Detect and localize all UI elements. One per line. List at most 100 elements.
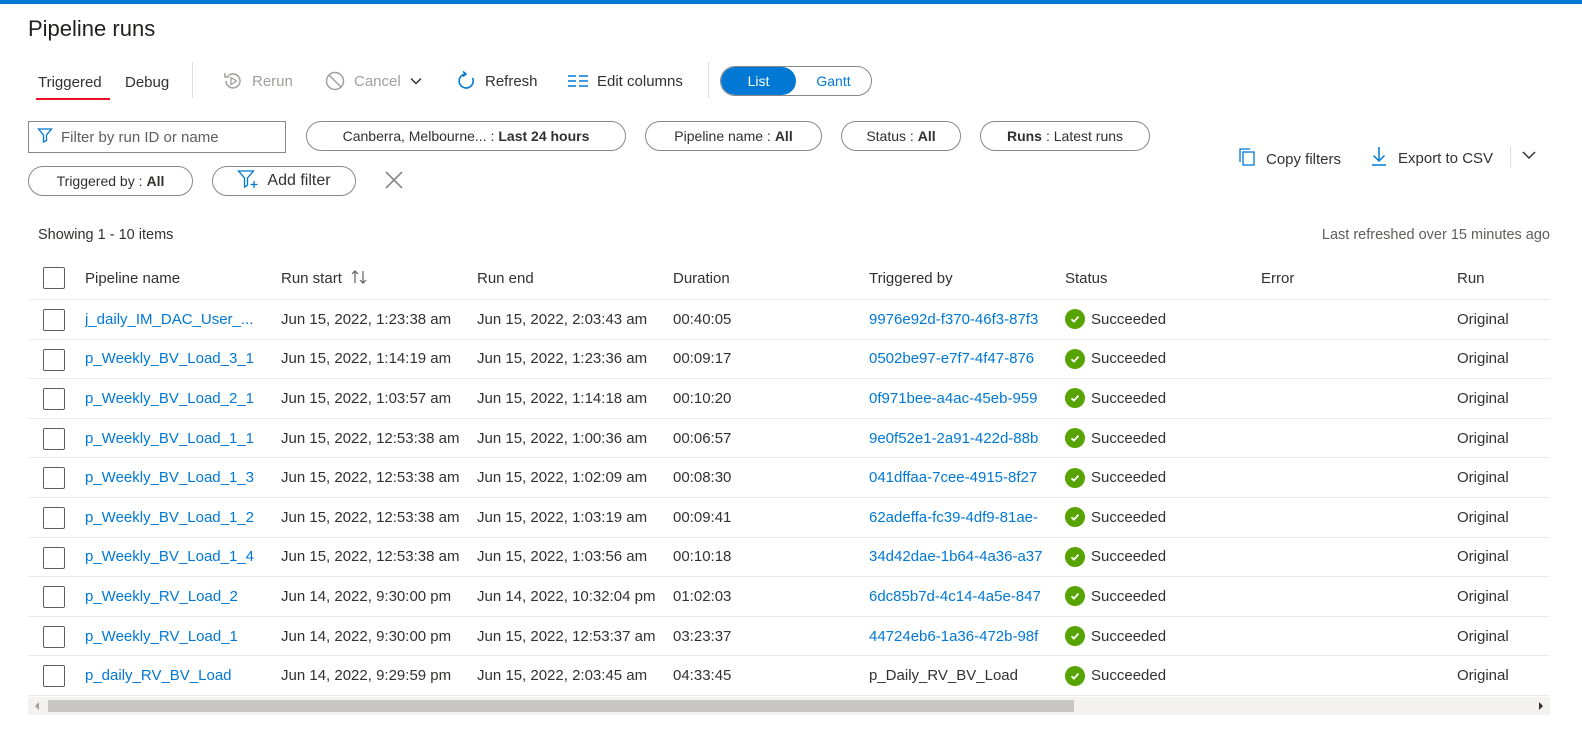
duration-cell: 00:09:41	[673, 508, 732, 526]
status-cell: Succeeded	[1065, 379, 1255, 418]
row-checkbox[interactable]	[43, 427, 65, 450]
table-row[interactable]: p_Weekly_RV_Load_1 Jun 14, 2022, 9:30:00 …	[28, 617, 1550, 657]
pipeline-name-filter-value: All	[774, 128, 793, 144]
duration-cell: 00:06:57	[673, 429, 732, 447]
trigger-id-link[interactable]: 041dffaa-7cee-4915-8f27	[869, 469, 1037, 486]
select-all-checkbox[interactable]	[43, 267, 65, 289]
cancel-icon	[324, 70, 346, 92]
pipeline-name-link[interactable]: p_Weekly_BV_Load_3_1	[85, 350, 254, 367]
pipeline-name-filter-pill[interactable]: Pipeline name : All	[645, 121, 822, 151]
pipeline-name-link[interactable]: p_Weekly_BV_Load_1_2	[85, 509, 254, 526]
row-checkbox[interactable]	[43, 309, 65, 331]
scroll-right-button[interactable]	[1532, 697, 1550, 715]
gantt-view-button[interactable]: Gantt	[796, 67, 871, 95]
run-start-cell: Jun 15, 2022, 12:53:38 am	[281, 429, 460, 447]
pipeline-name-link[interactable]: p_daily_RV_BV_Load	[85, 667, 232, 684]
run-start-cell: Jun 14, 2022, 9:29:59 pm	[281, 667, 452, 685]
pipeline-name-link[interactable]: p_Weekly_BV_Load_2_1	[85, 390, 254, 407]
rerun-button[interactable]: Rerun	[222, 68, 293, 94]
pipeline-name-filter-label: Pipeline name :	[674, 128, 771, 144]
status-cell: Succeeded	[1065, 458, 1255, 497]
pipeline-name-link[interactable]: p_Weekly_BV_Load_1_4	[85, 548, 254, 565]
table-row[interactable]: p_Weekly_BV_Load_1_3 Jun 15, 2022, 12:53:…	[28, 458, 1550, 498]
table-row[interactable]: p_Weekly_BV_Load_3_1 Jun 15, 2022, 1:14:1…	[28, 340, 1550, 380]
status-filter-label: Status :	[866, 128, 914, 144]
copy-filters-button[interactable]: Copy filters	[1238, 147, 1341, 171]
column-header-triggered-by[interactable]: Triggered by	[869, 258, 1059, 299]
table-row[interactable]: p_Weekly_BV_Load_1_2 Jun 15, 2022, 12:53:…	[28, 498, 1550, 538]
row-checkbox[interactable]	[43, 388, 65, 411]
runs-filter-pill[interactable]: Runs : Latest runs	[980, 121, 1150, 151]
search-input[interactable]	[61, 128, 271, 146]
table-row[interactable]: p_Weekly_BV_Load_2_1 Jun 15, 2022, 1:03:5…	[28, 379, 1550, 419]
trigger-id-link[interactable]: 0502be97-e7f7-4f47-876	[869, 350, 1034, 367]
add-filter-button[interactable]: Add filter	[212, 166, 356, 196]
column-header-status[interactable]: Status	[1065, 258, 1255, 299]
status-filter-pill[interactable]: Status : All	[841, 121, 961, 151]
copy-icon	[1238, 147, 1256, 171]
pipeline-name-link[interactable]: p_Weekly_RV_Load_2	[85, 588, 238, 605]
column-header-duration[interactable]: Duration	[673, 258, 863, 299]
column-header-run-start[interactable]: Run start	[281, 258, 471, 299]
scrollbar-thumb[interactable]	[48, 700, 1074, 712]
status-text: Succeeded	[1091, 310, 1167, 328]
table-row[interactable]: j_daily_IM_DAC_User_... Jun 15, 2022, 1:2…	[28, 300, 1550, 340]
row-checkbox[interactable]	[43, 506, 65, 529]
column-header-run-end[interactable]: Run end	[477, 258, 667, 299]
clear-filters-button[interactable]	[383, 169, 405, 191]
trigger-id-link[interactable]: 6dc85b7d-4c14-4a5e-847	[869, 588, 1041, 605]
trigger-name-text: p_Daily_RV_BV_Load	[869, 667, 1018, 685]
status-text: Succeeded	[1091, 548, 1167, 566]
trigger-id-link[interactable]: 0f971bee-a4ac-45eb-959	[869, 390, 1037, 407]
duration-cell: 04:33:45	[673, 667, 732, 685]
table-row[interactable]: p_Weekly_BV_Load_1_4 Jun 15, 2022, 12:53:…	[28, 538, 1550, 578]
run-start-cell: Jun 15, 2022, 12:53:38 am	[281, 508, 460, 526]
edit-columns-button[interactable]: Edit columns	[567, 68, 683, 94]
pipeline-name-link[interactable]: p_Weekly_BV_Load_1_1	[85, 430, 254, 447]
success-check-icon	[1065, 348, 1085, 369]
trigger-id-link[interactable]: 9976e92d-f370-46f3-87f3	[869, 311, 1038, 328]
row-checkbox[interactable]	[43, 625, 65, 648]
horizontal-scrollbar[interactable]	[28, 697, 1550, 715]
row-checkbox[interactable]	[43, 665, 65, 688]
cancel-label: Cancel	[354, 72, 401, 90]
export-options-button[interactable]	[1521, 148, 1537, 166]
row-checkbox[interactable]	[43, 586, 65, 609]
pipeline-name-link[interactable]: p_Weekly_RV_Load_1	[85, 628, 238, 645]
status-text: Succeeded	[1091, 350, 1167, 368]
pipeline-name-link[interactable]: j_daily_IM_DAC_User_...	[85, 311, 253, 328]
trigger-id-link[interactable]: 44724eb6-1a36-472b-98f	[869, 628, 1038, 645]
scroll-left-button[interactable]	[28, 697, 46, 715]
row-checkbox[interactable]	[43, 546, 65, 569]
tab-triggered[interactable]: Triggered	[38, 74, 102, 91]
timezone-filter-pill[interactable]: Canberra, Melbourne... : Last 24 hours	[306, 121, 626, 151]
triggered-by-filter-pill[interactable]: Triggered by : All	[28, 166, 193, 196]
export-csv-button[interactable]: Export to CSV	[1370, 146, 1493, 170]
tab-debug[interactable]: Debug	[125, 74, 169, 91]
column-header-pipeline-name[interactable]: Pipeline name	[85, 258, 275, 299]
run-type-cell: Original	[1457, 667, 1509, 685]
list-view-button[interactable]: List	[721, 67, 796, 95]
status-cell: Succeeded	[1065, 340, 1255, 379]
row-checkbox[interactable]	[43, 467, 65, 490]
trigger-id-link[interactable]: 62adeffa-fc39-4df9-81ae-	[869, 509, 1038, 526]
table-row[interactable]: p_daily_RV_BV_Load Jun 14, 2022, 9:29:59 …	[28, 656, 1550, 696]
error-cell	[1261, 340, 1451, 379]
run-end-cell: Jun 15, 2022, 1:23:36 am	[477, 350, 648, 368]
filter-icon	[37, 127, 53, 147]
table-row[interactable]: p_Weekly_RV_Load_2 Jun 14, 2022, 9:30:00 …	[28, 577, 1550, 617]
run-type-cell: Original	[1457, 310, 1509, 328]
row-checkbox[interactable]	[43, 348, 65, 371]
trigger-id-link[interactable]: 9e0f52e1-2a91-422d-88b	[869, 430, 1038, 447]
pipeline-name-link[interactable]: p_Weekly_BV_Load_1_3	[85, 469, 254, 486]
cancel-button[interactable]: Cancel	[324, 68, 423, 94]
trigger-id-link[interactable]: 34d42dae-1b64-4a36-a37	[869, 548, 1043, 565]
column-header-run[interactable]: Run	[1457, 258, 1547, 299]
triggered-by-filter-label: Triggered by :	[56, 173, 143, 189]
table-row[interactable]: p_Weekly_BV_Load_1_1 Jun 15, 2022, 12:53:…	[28, 419, 1550, 459]
refresh-button[interactable]: Refresh	[455, 68, 538, 94]
status-cell: Succeeded	[1065, 300, 1255, 339]
column-header-error[interactable]: Error	[1261, 258, 1451, 299]
edit-columns-label: Edit columns	[597, 72, 683, 90]
success-check-icon	[1065, 309, 1085, 330]
